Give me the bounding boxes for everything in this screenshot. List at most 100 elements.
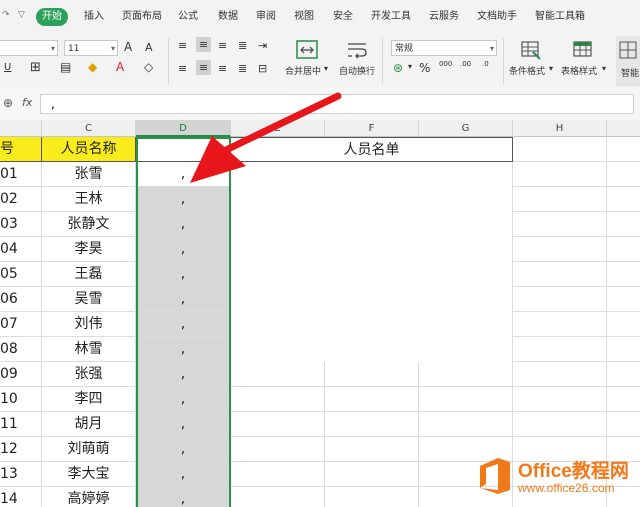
cell[interactable] — [231, 362, 325, 387]
cell-name[interactable]: 王磊 — [42, 262, 136, 287]
clear-format-icon[interactable]: ◇ — [144, 60, 153, 74]
cell-number[interactable]: 11 — [0, 412, 42, 437]
table-style-button[interactable]: 表格样式 — [561, 64, 597, 77]
indent-icon[interactable]: ⇥ — [258, 39, 267, 52]
cell-name[interactable]: 张静文 — [42, 212, 136, 237]
cell-d[interactable]: , — [136, 187, 231, 212]
cell[interactable] — [513, 137, 607, 162]
cell-d[interactable]: , — [136, 362, 231, 387]
cell-number[interactable]: 13 — [0, 462, 42, 487]
cell[interactable] — [325, 362, 419, 387]
cell-name[interactable]: 刘伟 — [42, 312, 136, 337]
cell-number[interactable]: 09 — [0, 362, 42, 387]
column-header-g[interactable]: G — [419, 120, 513, 137]
cell-name[interactable]: 吴雪 — [42, 287, 136, 312]
align-right-icon[interactable]: ≡ — [218, 62, 227, 75]
cell[interactable] — [513, 187, 607, 212]
cell[interactable] — [325, 437, 419, 462]
cell-d[interactable]: , — [136, 387, 231, 412]
formula-input[interactable]: , — [40, 94, 634, 114]
cell[interactable] — [513, 412, 607, 437]
cell[interactable] — [513, 387, 607, 412]
cell[interactable] — [607, 412, 640, 437]
percent-button[interactable]: % — [419, 61, 430, 75]
column-header-d[interactable]: D — [136, 120, 231, 137]
thousands-button[interactable]: 000 — [439, 60, 452, 68]
title-cell-merged[interactable]: 人员名单 — [231, 137, 513, 162]
cell-number[interactable]: 03 — [0, 212, 42, 237]
column-header-c[interactable]: C — [42, 120, 136, 137]
tab-view[interactable]: 视图 — [294, 8, 314, 26]
increase-font-button[interactable]: A — [124, 40, 132, 54]
merge-dropdown-icon[interactable]: ▾ — [324, 64, 328, 73]
currency-dropdown-icon[interactable]: ▾ — [408, 62, 412, 71]
align-center-icon[interactable]: ≡ — [196, 60, 212, 75]
cell-number[interactable]: 08 — [0, 337, 42, 362]
tab-page-layout[interactable]: 页面布局 — [122, 8, 162, 26]
cell[interactable] — [231, 487, 325, 507]
column-header-h[interactable]: H — [513, 120, 607, 137]
fill-pattern-icon[interactable]: ▤ — [60, 60, 71, 74]
cell-number[interactable]: 12 — [0, 437, 42, 462]
justify-icon[interactable]: ≣ — [238, 62, 247, 75]
tab-security[interactable]: 安全 — [333, 8, 353, 26]
header-cell-name[interactable]: 人员名称 — [42, 137, 136, 162]
tab-data[interactable]: 数据 — [218, 8, 238, 26]
table-style-icon[interactable] — [572, 40, 594, 60]
font-name-select[interactable]: ▾ — [0, 40, 58, 56]
cell[interactable] — [607, 337, 640, 362]
tab-review[interactable]: 审阅 — [256, 8, 276, 26]
cell[interactable] — [607, 287, 640, 312]
cell[interactable] — [513, 312, 607, 337]
cell-name[interactable]: 李大宝 — [42, 462, 136, 487]
wrap-text-button[interactable]: 自动换行 — [339, 64, 375, 77]
column-header-b[interactable] — [0, 120, 42, 137]
tab-cloud[interactable]: 云服务 — [429, 8, 459, 26]
cell-name[interactable]: 王林 — [42, 187, 136, 212]
cell[interactable] — [419, 387, 513, 412]
cell-name[interactable]: 李昊 — [42, 237, 136, 262]
zoom-search-icon[interactable]: ⊕ — [3, 96, 13, 110]
cell-d[interactable]: , — [136, 162, 231, 187]
tab-insert[interactable]: 插入 — [84, 8, 104, 26]
cell[interactable] — [513, 212, 607, 237]
cell[interactable] — [607, 362, 640, 387]
decrease-font-button[interactable]: A — [145, 41, 153, 54]
cond-format-dropdown-icon[interactable]: ▾ — [549, 64, 553, 73]
tab-smart-toolbox[interactable]: 智能工具箱 — [535, 8, 585, 26]
cell[interactable] — [607, 237, 640, 262]
cell-name[interactable]: 胡月 — [42, 412, 136, 437]
align-middle-icon[interactable]: ≡ — [196, 37, 212, 52]
fx-icon[interactable]: fx — [22, 96, 32, 109]
cell-number[interactable]: 04 — [0, 237, 42, 262]
decrease-decimal-button[interactable]: .0 — [482, 60, 489, 68]
column-header-f[interactable]: F — [325, 120, 419, 137]
borders-icon[interactable]: ⊞ — [30, 60, 41, 75]
cell[interactable] — [231, 462, 325, 487]
cell-name[interactable]: 刘萌萌 — [42, 437, 136, 462]
cell[interactable] — [607, 262, 640, 287]
increase-decimal-button[interactable]: .00 — [460, 60, 471, 68]
cell[interactable] — [607, 137, 640, 162]
cell[interactable] — [513, 162, 607, 187]
header-cell-number[interactable]: 号 — [0, 137, 42, 162]
cell[interactable] — [513, 262, 607, 287]
font-size-select[interactable]: 11 ▾ — [64, 40, 118, 56]
cell-number[interactable]: 06 — [0, 287, 42, 312]
smart-toolbox-panel[interactable]: 智能 — [616, 36, 640, 86]
cell[interactable] — [513, 237, 607, 262]
conditional-format-button[interactable]: 条件格式 — [509, 64, 545, 77]
cell-name[interactable]: 张雪 — [42, 162, 136, 187]
cell[interactable] — [513, 287, 607, 312]
distributed-icon[interactable]: ⊟ — [258, 62, 267, 75]
cell-number[interactable]: 05 — [0, 262, 42, 287]
cell[interactable] — [513, 362, 607, 387]
cell-number[interactable]: 02 — [0, 187, 42, 212]
cell-d[interactable]: , — [136, 487, 231, 507]
cell[interactable] — [607, 162, 640, 187]
cell-number[interactable]: 01 — [0, 162, 42, 187]
cell-d[interactable]: , — [136, 262, 231, 287]
tab-developer[interactable]: 开发工具 — [371, 8, 411, 26]
align-bottom-icon[interactable]: ≡ — [218, 39, 227, 52]
cell-d[interactable]: , — [136, 212, 231, 237]
